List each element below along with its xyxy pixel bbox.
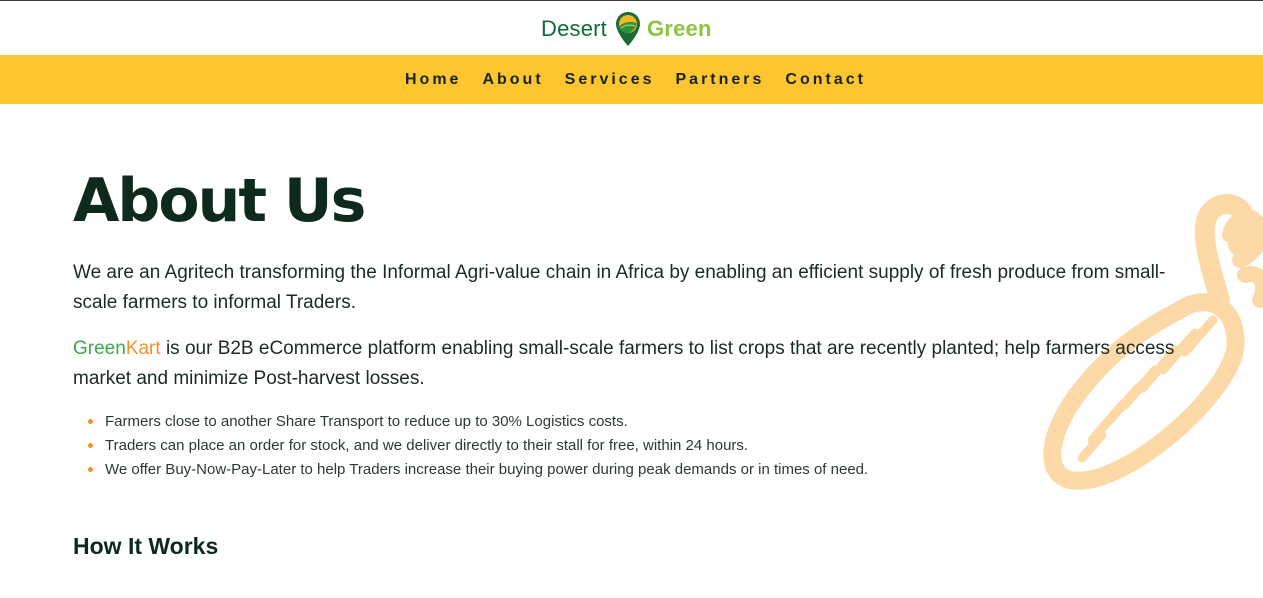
nav-item-services[interactable]: Services: [565, 71, 655, 89]
main-nav: Home About Services Partners Contact: [0, 55, 1263, 104]
list-item: Farmers close to another Share Transport…: [88, 410, 868, 434]
brand-name-green: Green: [73, 338, 126, 359]
logo-text-desert: Desert: [541, 16, 607, 41]
list-item-text: Farmers close to another Share Transport…: [105, 413, 628, 430]
nav-item-home[interactable]: Home: [405, 71, 461, 89]
benefits-list: Farmers close to another Share Transport…: [88, 410, 868, 482]
nav-items: Home About Services Partners Contact: [405, 55, 866, 104]
map-pin-leaf-icon: [616, 12, 640, 46]
bullet-dot-icon: [88, 443, 93, 448]
greenkart-paragraph: GreenKart is our B2B eCommerce platform …: [73, 334, 1193, 394]
site-logo[interactable]: Desert Green: [541, 11, 712, 47]
about-intro-paragraph: We are an Agritech transforming the Info…: [73, 262, 1166, 313]
logo-text-green: Green: [647, 16, 712, 41]
list-item-text: Traders can place an order for stock, an…: [105, 437, 749, 454]
bullet-dot-icon: [88, 419, 93, 424]
list-item-text: We offer Buy-Now-Pay-Later to help Trade…: [105, 461, 869, 478]
greenkart-description: is our B2B eCommerce platform enabling s…: [73, 338, 1175, 389]
list-item: We offer Buy-Now-Pay-Later to help Trade…: [88, 458, 868, 482]
bullet-dot-icon: [88, 467, 93, 472]
nav-item-about[interactable]: About: [482, 71, 543, 89]
nav-item-partners[interactable]: Partners: [676, 71, 765, 89]
logo-bar: Desert Green: [0, 1, 1263, 55]
how-it-works-heading: How It Works: [73, 533, 219, 559]
brand-name-kart: Kart: [125, 338, 161, 359]
list-item: Traders can place an order for stock, an…: [88, 434, 868, 458]
page-title: About Us: [73, 166, 366, 236]
nav-item-contact[interactable]: Contact: [785, 71, 866, 89]
